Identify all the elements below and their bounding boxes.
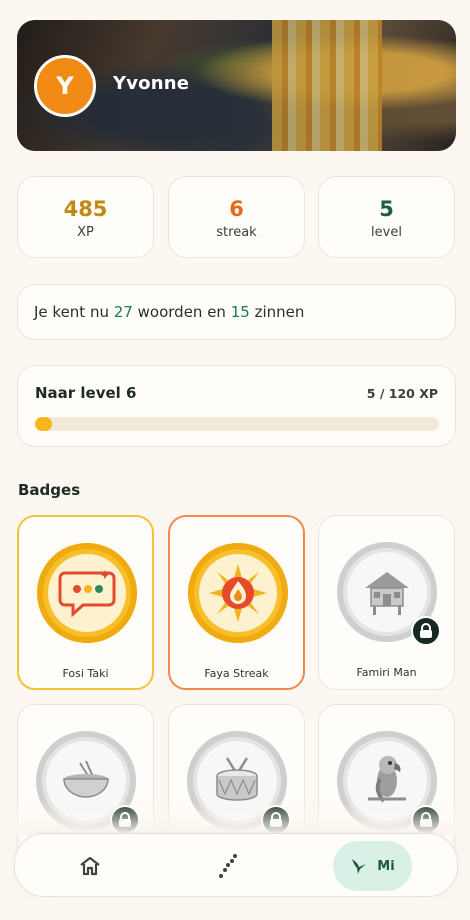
nav-label: Mi <box>377 858 395 874</box>
hummingbird-icon <box>352 859 367 874</box>
badge-name: Famiri Man <box>356 666 417 679</box>
sentences-text: zinnen <box>254 303 305 321</box>
avatar[interactable]: Y <box>34 55 96 117</box>
header-photo-decoration <box>272 20 382 151</box>
badge-medal <box>188 543 288 643</box>
nav-path[interactable] <box>208 841 248 891</box>
known-prefix: Je kent nu <box>34 303 109 321</box>
sentences-count: 15 <box>230 303 250 321</box>
badge-name: Faya Streak <box>204 667 269 680</box>
stat-value: 485 <box>63 197 108 221</box>
chat-bubble-icon <box>58 570 116 618</box>
badge-faya-streak[interactable]: Faya Streak <box>168 515 305 690</box>
home-icon <box>80 856 100 876</box>
bowl-icon <box>63 760 109 798</box>
stat-card-xp: 485 XP <box>17 176 154 258</box>
stat-label: streak <box>216 225 257 240</box>
nav-profile-mi[interactable]: Mi <box>333 841 412 891</box>
progress-fill <box>35 417 52 431</box>
stat-card-streak: 6 streak <box>168 176 305 258</box>
scroll-fade <box>0 800 470 835</box>
stat-label: level <box>371 225 402 240</box>
username: Yvonne <box>113 73 190 94</box>
stat-card-level: 5 level <box>318 176 455 258</box>
level-progress-xp: 5 / 120 XP <box>366 386 438 401</box>
badge-medal <box>37 543 137 643</box>
house-icon <box>365 572 409 615</box>
words-count: 27 <box>113 303 133 321</box>
words-text: woorden en <box>137 303 226 321</box>
stat-value: 6 <box>229 197 244 221</box>
badges-heading: Badges <box>18 481 81 499</box>
lock-icon <box>411 616 441 646</box>
level-progress-title: Naar level 6 <box>35 384 137 402</box>
badge-fosi-taki[interactable]: Fosi Taki <box>17 515 154 690</box>
badge-name: Fosi Taki <box>62 667 109 680</box>
flame-icon <box>209 564 267 622</box>
progress-track <box>35 417 439 431</box>
stat-value: 5 <box>379 197 394 221</box>
bottom-nav: Mi <box>14 833 458 897</box>
level-progress-card: Naar level 6 5 / 120 XP <box>17 365 456 447</box>
nav-home[interactable] <box>70 841 110 891</box>
path-icon <box>219 854 237 878</box>
badge-famiri-man[interactable]: Famiri Man <box>318 515 455 690</box>
stat-label: XP <box>77 225 94 240</box>
drum-icon <box>216 757 258 801</box>
known-words-card: Je kent nu 27 woorden en 15 zinnen <box>17 284 456 340</box>
